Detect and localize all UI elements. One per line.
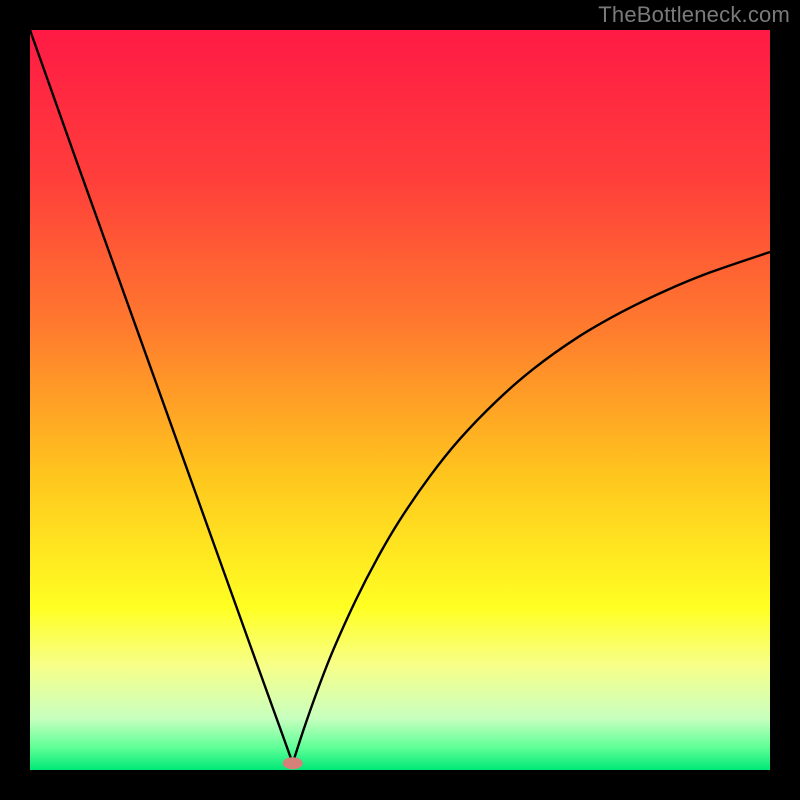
chart-frame: TheBottleneck.com (0, 0, 800, 800)
vertex-marker (283, 757, 303, 769)
plot-area (30, 30, 770, 770)
chart-svg (30, 30, 770, 770)
watermark-text: TheBottleneck.com (598, 2, 790, 28)
chart-background (30, 30, 770, 770)
